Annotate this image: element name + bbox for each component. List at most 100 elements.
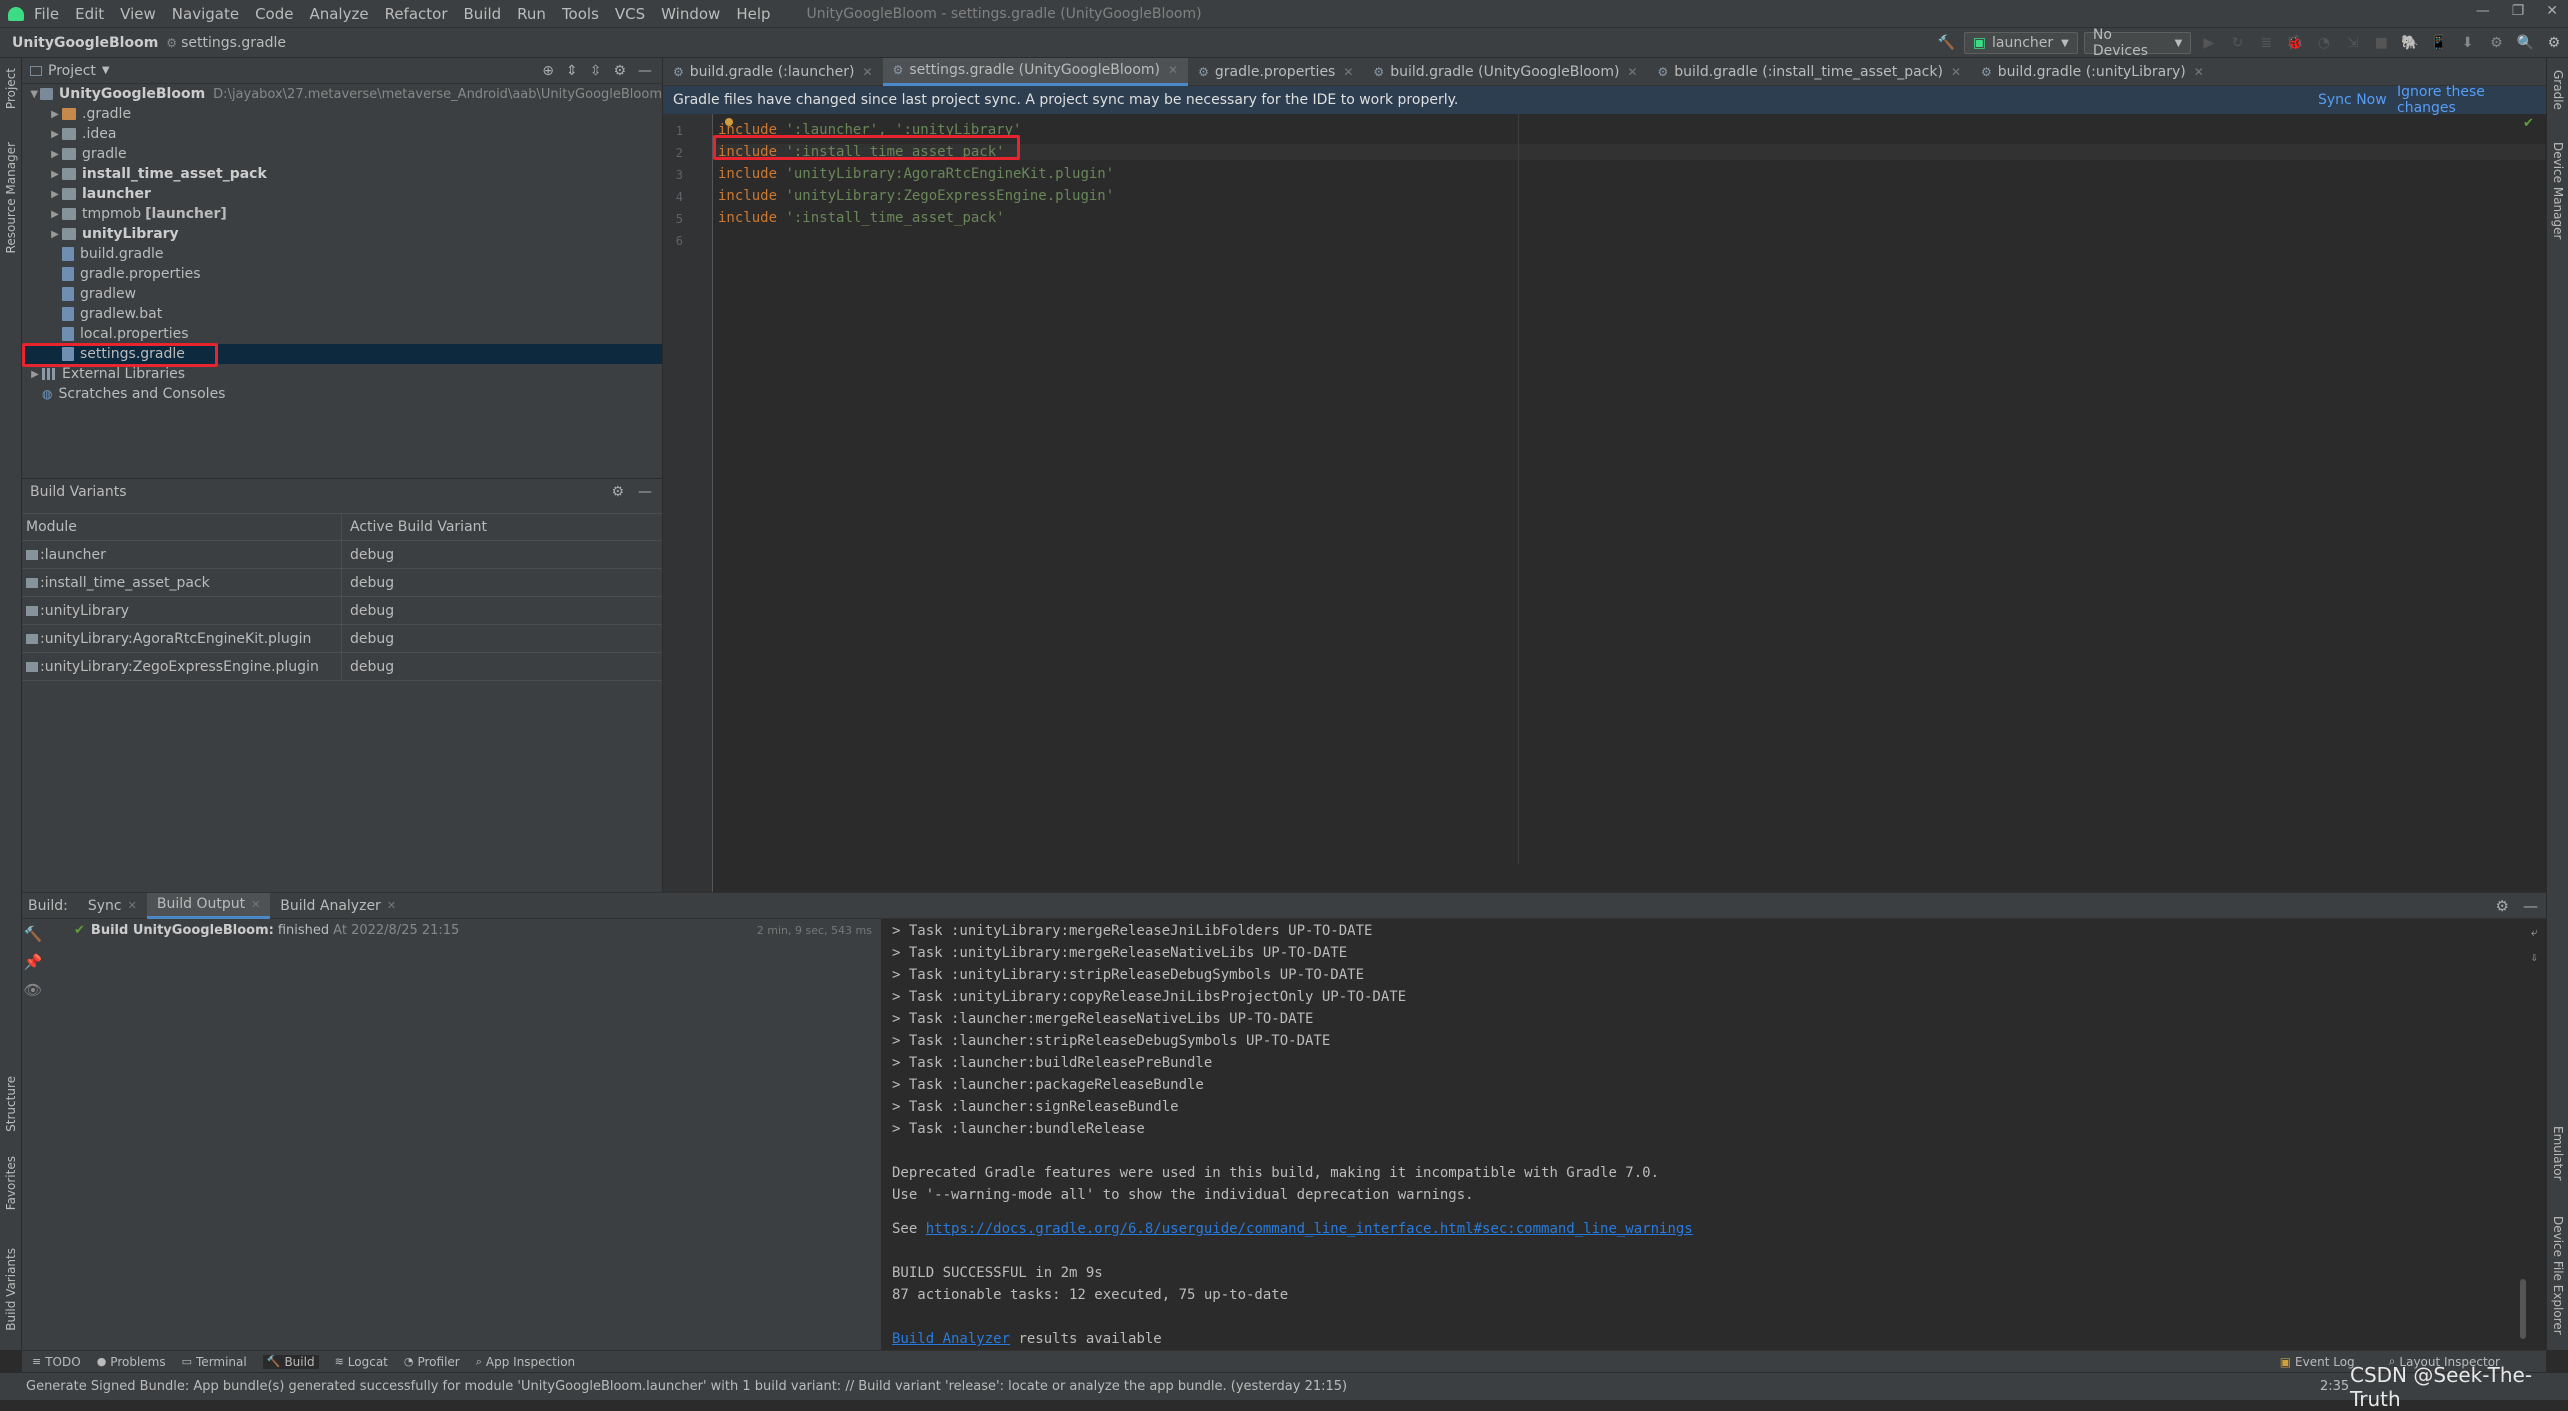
tool-window-problems[interactable]: ● Problems xyxy=(97,1355,166,1369)
tree-item-launcher[interactable]: ▶ launcher xyxy=(22,184,662,204)
restore-icon[interactable]: ❐ xyxy=(2512,3,2525,19)
build-tab-build-output[interactable]: Build Output ✕ xyxy=(146,892,271,919)
device-select[interactable]: No Devices ▼ xyxy=(2083,27,2192,59)
tree-item-gradle[interactable]: ▶ gradle xyxy=(22,144,662,164)
menu-navigate[interactable]: Navigate xyxy=(172,5,239,23)
expand-all-icon[interactable]: ⇕ xyxy=(566,63,578,79)
menu-window[interactable]: Window xyxy=(661,5,720,23)
stop-icon[interactable]: ■ xyxy=(2370,31,2393,55)
status-message[interactable]: Generate Signed Bundle: App bundle(s) ge… xyxy=(26,1379,1347,1394)
pin-tab-icon[interactable]: 📌 xyxy=(24,953,43,971)
chevron-right-icon[interactable]: ▶ xyxy=(48,189,62,200)
menu-vcs[interactable]: VCS xyxy=(615,5,645,23)
col-module[interactable]: Module xyxy=(22,514,342,540)
tool-tab-resource-manager[interactable]: Resource Manager xyxy=(4,142,18,253)
close-tab-icon[interactable]: ✕ xyxy=(1168,63,1178,77)
tool-tab-project[interactable]: Project xyxy=(4,68,18,109)
attach-debugger-icon[interactable]: ⇲ xyxy=(2341,31,2364,55)
close-tab-icon[interactable]: ✕ xyxy=(1627,65,1637,79)
close-tab-icon[interactable]: ✕ xyxy=(863,65,873,79)
search-icon[interactable]: 🔍 xyxy=(2514,31,2537,55)
editor-tab[interactable]: ⚙ settings.gradle (UnityGoogleBloom) ✕ xyxy=(882,57,1189,86)
code-area[interactable]: include ':launcher', ':unityLibrary' incl… xyxy=(663,114,2546,892)
menu-analyze[interactable]: Analyze xyxy=(309,5,368,23)
breadcrumb-project[interactable]: UnityGoogleBloom xyxy=(12,35,158,51)
tree-item-gradle-properties[interactable]: gradle.properties xyxy=(22,264,662,284)
apply-changes-icon[interactable]: ↻ xyxy=(2226,31,2249,55)
chevron-right-icon[interactable]: ▶ xyxy=(48,149,62,160)
tool-window-profiler[interactable]: ◔ Profiler xyxy=(404,1355,460,1369)
close-tab-icon[interactable]: ✕ xyxy=(128,899,137,912)
panel-settings-icon[interactable]: ⚙ xyxy=(611,484,624,500)
close-tab-icon[interactable]: ✕ xyxy=(1951,65,1961,79)
ignore-changes-link[interactable]: Ignore these changes xyxy=(2397,84,2546,116)
chevron-right-icon[interactable]: ▶ xyxy=(48,229,62,240)
locate-file-icon[interactable]: ⊕ xyxy=(542,63,554,79)
hide-panel-icon[interactable]: — xyxy=(638,484,652,500)
tree-item-gradlew[interactable]: gradlew xyxy=(22,284,662,304)
tool-tab-gradle[interactable]: Gradle xyxy=(2551,70,2565,110)
chevron-right-icon[interactable]: ▶ xyxy=(48,209,62,220)
rebuild-hammer-icon[interactable]: 🔨 xyxy=(24,925,43,943)
menu-help[interactable]: Help xyxy=(736,5,770,23)
menu-refactor[interactable]: Refactor xyxy=(385,5,448,23)
avd-manager-icon[interactable]: 📱 xyxy=(2427,31,2450,55)
tool-tab-emulator[interactable]: Emulator xyxy=(2551,1126,2565,1181)
hide-panel-icon[interactable]: — xyxy=(2523,897,2538,915)
tool-window-build[interactable]: 🔨 Build xyxy=(262,1354,319,1369)
make-project-icon[interactable]: 🔨 xyxy=(1935,31,1958,55)
collapse-all-icon[interactable]: ⇳ xyxy=(590,63,602,79)
editor-tab[interactable]: ⚙ build.gradle (UnityGoogleBloom) ✕ xyxy=(1363,58,1647,86)
settings-gear-icon[interactable]: ⚙ xyxy=(2543,31,2566,55)
tree-item-install-time-asset-pack[interactable]: ▶ install_time_asset_pack xyxy=(22,164,662,184)
run-config-select[interactable]: ▣ launcher ▼ xyxy=(1963,32,2078,54)
close-tab-icon[interactable]: ✕ xyxy=(251,898,260,911)
close-window-icon[interactable]: ✕ xyxy=(2546,3,2558,19)
variant-cell[interactable]: debug xyxy=(342,631,394,647)
chevron-right-icon[interactable]: ▶ xyxy=(48,129,62,140)
gradle-docs-link[interactable]: https://docs.gradle.org/6.8/userguide/co… xyxy=(926,1221,1693,1237)
menu-tools[interactable]: Tools xyxy=(562,5,599,23)
tool-tab-build-variants[interactable]: Build Variants xyxy=(4,1248,18,1331)
profile-icon[interactable]: ◔ xyxy=(2312,31,2335,55)
sync-now-link[interactable]: Sync Now xyxy=(2318,92,2387,108)
code-line[interactable]: include 'unityLibrary:ZegoExpressEngine.… xyxy=(718,188,1114,204)
menu-edit[interactable]: Edit xyxy=(75,5,104,23)
build-variant-row[interactable]: :unityLibrary:AgoraRtcEngineKit.plugin de… xyxy=(22,625,662,653)
build-variant-row[interactable]: :install_time_asset_pack debug xyxy=(22,569,662,597)
run-icon[interactable]: ▶ xyxy=(2197,31,2220,55)
tree-root[interactable]: ▼ UnityGoogleBloom D:\jayabox\27.metaver… xyxy=(22,84,662,104)
tool-window-todo[interactable]: ≡ TODO xyxy=(32,1355,81,1369)
sync-gradle-icon[interactable]: 🐘 xyxy=(2399,31,2422,55)
panel-settings-icon[interactable]: ⚙ xyxy=(613,63,626,79)
tree-item-build-gradle[interactable]: build.gradle xyxy=(22,244,662,264)
editor-tab[interactable]: ⚙ build.gradle (:install_time_asset_pack)… xyxy=(1648,58,1971,86)
menu-file[interactable]: File xyxy=(34,5,59,23)
tree-scratches[interactable]: ◍ Scratches and Consoles xyxy=(22,384,662,404)
tool-tab-device-manager[interactable]: Device Manager xyxy=(2551,142,2565,239)
tree-item--idea[interactable]: ▶ .idea xyxy=(22,124,662,144)
project-structure-icon[interactable]: ⚙ xyxy=(2485,31,2508,55)
output-scrollbar[interactable] xyxy=(2520,1279,2526,1339)
tree-external-libraries[interactable]: ▶ External Libraries xyxy=(22,364,662,384)
no-problems-check-icon[interactable]: ✔ xyxy=(2523,116,2534,131)
hide-panel-icon[interactable]: — xyxy=(638,63,652,79)
col-active-variant[interactable]: Active Build Variant xyxy=(342,519,487,535)
menu-view[interactable]: View xyxy=(120,5,156,23)
tool-window-logcat[interactable]: ≋ Logcat xyxy=(335,1355,388,1369)
build-variant-row[interactable]: :unityLibrary debug xyxy=(22,597,662,625)
scroll-to-end-icon[interactable]: ⇩ xyxy=(2531,950,2538,964)
chevron-down-icon[interactable]: ▼ xyxy=(28,89,40,100)
editor-tab[interactable]: ⚙ gradle.properties ✕ xyxy=(1188,58,1363,86)
tool-window-app-inspection[interactable]: ⌕ App Inspection xyxy=(476,1355,575,1369)
filter-eye-icon[interactable]: 👁 xyxy=(23,981,42,999)
tool-tab-favorites[interactable]: Favorites xyxy=(4,1156,18,1210)
close-tab-icon[interactable]: ✕ xyxy=(2194,65,2204,79)
variant-cell[interactable]: debug xyxy=(342,547,394,563)
breadcrumb-file[interactable]: settings.gradle xyxy=(181,35,286,51)
sdk-manager-icon[interactable]: ⬇ xyxy=(2456,31,2479,55)
variant-cell[interactable]: debug xyxy=(342,659,394,675)
event-log-button[interactable]: ▣ Event Log xyxy=(2280,1355,2355,1369)
build-tab-build-analyzer[interactable]: Build Analyzer ✕ xyxy=(270,893,406,919)
tree-item--gradle[interactable]: ▶ .gradle xyxy=(22,104,662,124)
